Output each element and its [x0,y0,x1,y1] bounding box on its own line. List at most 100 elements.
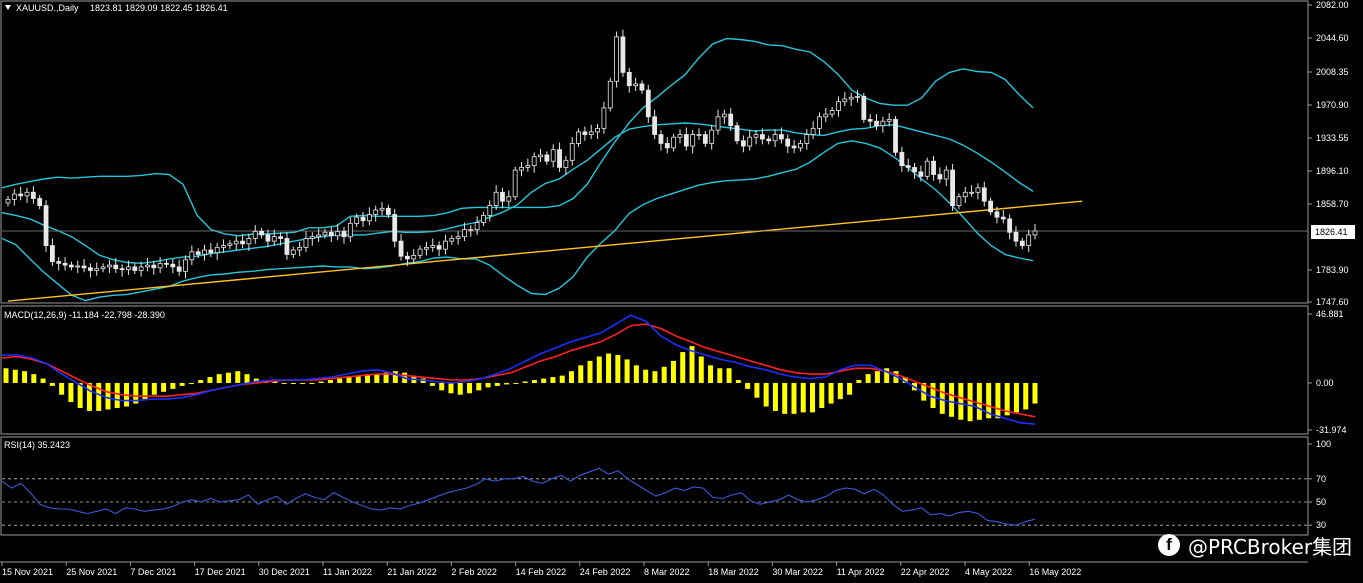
date-axis-label: 18 Mar 2022 [708,567,759,577]
facebook-icon: f [1158,534,1180,556]
bull-candle [493,191,499,207]
macd-histogram-bar [800,382,806,413]
macd-histogram-bar [633,365,639,383]
macd-histogram-bar [105,382,111,410]
bull-candle [373,209,379,215]
bear-candle [918,171,924,177]
rsi-axis-label: 50 [1316,497,1326,507]
bull-candle [309,236,315,239]
bear-candle [132,266,138,271]
bull-candle [607,80,613,109]
bear-candle [398,240,404,257]
macd-histogram-bar [865,374,871,383]
bull-candle [804,134,810,144]
macd-histogram-bar [967,382,973,422]
bull-candle [462,229,467,238]
bear-candle [867,119,873,122]
bull-candle [227,243,233,246]
bear-candle [582,131,588,135]
macd-histogram-bar [114,382,120,408]
macd-histogram-bar [448,382,454,394]
bear-candle [874,120,879,127]
macd-histogram-bar [745,382,751,389]
bull-candle [721,113,727,118]
bull-candle [962,191,968,198]
price-axis-label: 2082.00 [1316,0,1349,10]
bear-candle [195,251,201,255]
macd-histogram-bar [559,375,565,383]
bear-candle [658,134,664,144]
bull-candle [817,116,822,129]
date-axis-label: 11 Jan 2022 [323,567,372,577]
bear-candle [937,174,943,180]
date-axis-label: 7 Dec 2021 [130,567,176,577]
bull-candle [157,262,163,269]
bear-candle [740,140,746,147]
bear-candle [702,134,708,144]
macd-histogram-bar [606,353,612,383]
bear-candle [88,267,93,271]
bull-candle [823,113,829,118]
bear-candle [284,238,290,255]
macd-histogram-bar [374,374,380,383]
bear-candle [905,165,911,168]
macd-axis-label: -31.974 [1316,425,1347,435]
bear-candle [170,263,176,268]
macd-histogram-bar [346,377,352,383]
date-axis-label: 4 May 2022 [965,567,1012,577]
bull-candle [576,131,581,144]
macd-histogram-bar [1023,382,1029,410]
bear-candle [49,245,55,262]
bear-candle [557,149,562,168]
bull-candle [671,136,677,149]
bear-candle [37,198,43,207]
bull-candle [424,246,429,250]
bear-candle [18,193,24,197]
bull-candle [417,248,423,256]
bear-candle [208,249,214,254]
bull-candle [924,160,930,177]
bear-candle [639,83,645,91]
date-axis-label: 16 May 2022 [1029,567,1081,577]
macd-histogram-bar [782,382,788,414]
bull-candle [633,83,639,87]
macd-histogram-bar [810,382,816,413]
macd-histogram-bar [198,380,204,383]
bull-candle [519,167,524,171]
bear-candle [113,264,119,270]
macd-histogram-bar [568,371,574,383]
bear-candle [68,264,74,268]
bear-candle [734,125,740,142]
bear-candle [151,264,157,269]
bull-candle [379,207,385,211]
macd-histogram-bar [429,382,435,386]
bull-candle [614,36,619,82]
bull-candle [468,229,474,231]
bear-candle [1000,216,1006,220]
macd-histogram-bar [550,377,556,383]
macd-histogram-bar [624,359,630,383]
bear-candle [645,89,651,118]
date-axis-label: 25 Nov 2021 [66,567,117,577]
bear-candle [56,261,62,264]
bear-candle [119,268,125,271]
date-axis-label: 30 Mar 2022 [772,567,823,577]
macd-histogram-bar [949,382,955,417]
macd-histogram-bar [726,368,732,383]
bear-candle [30,191,36,199]
bull-candle [290,249,296,255]
bear-candle [176,266,182,272]
macd-histogram-bar [439,382,445,391]
bear-candle [544,154,550,162]
bull-candle [189,251,195,261]
macd-histogram-bar [735,380,741,383]
macd-histogram-bar [874,371,880,383]
bull-candle [233,240,239,245]
bull-candle [145,264,150,268]
bear-candle [360,216,366,222]
bear-candle [620,36,626,73]
bull-candle [347,222,353,238]
macd-histogram-bar [151,382,157,395]
date-axis-label: 30 Dec 2021 [259,567,310,577]
bull-candle [75,265,81,268]
